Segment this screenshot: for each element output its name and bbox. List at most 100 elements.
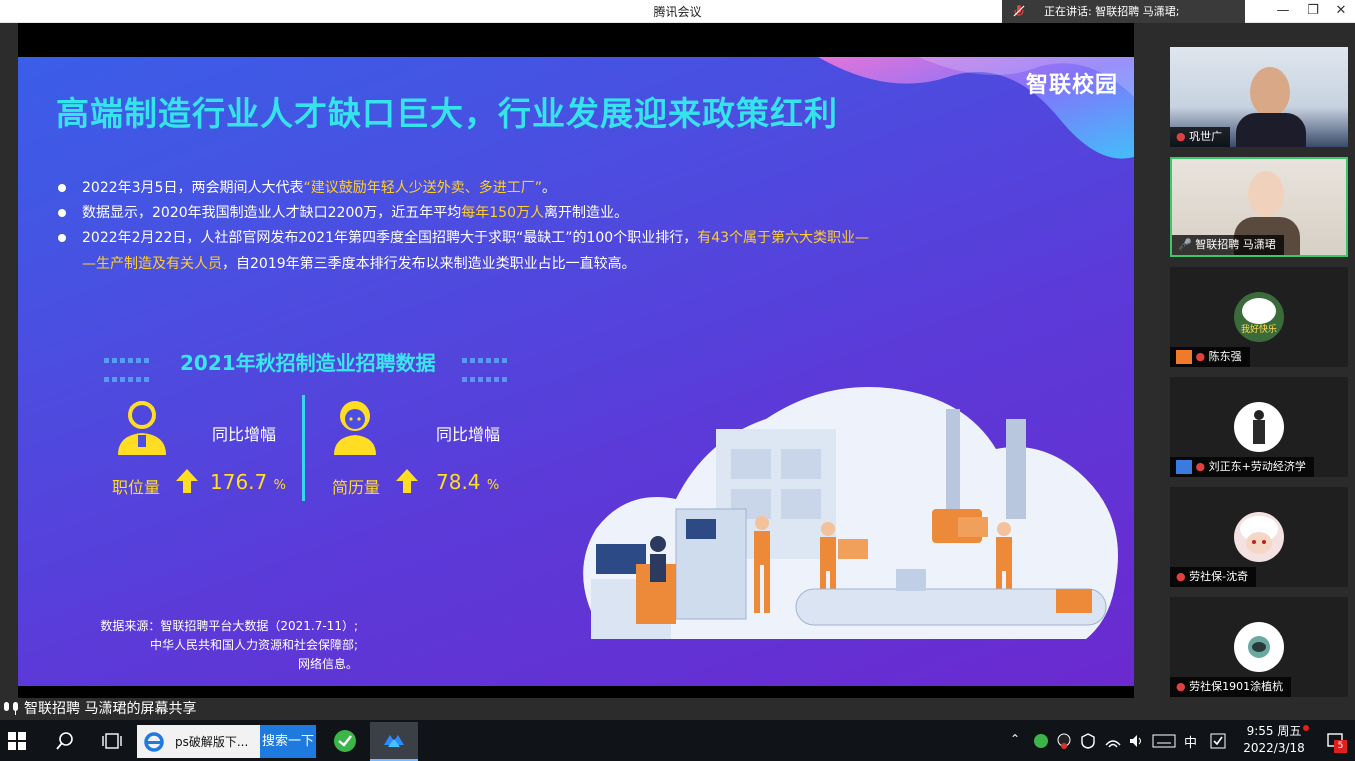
speaker-icon[interactable] <box>1128 733 1144 749</box>
metric-unit: % <box>486 478 500 493</box>
task-label: ps破解版下... <box>175 735 249 749</box>
avatar <box>1234 622 1284 672</box>
participant-tile[interactable]: 我好快乐 ● 陈东强 <box>1170 267 1348 367</box>
metric-value-jobs: 176.7 % <box>210 470 286 494</box>
participant-tile[interactable]: ● 劳社保-沈奇 <box>1170 487 1348 587</box>
job-seeker-icon <box>118 401 166 455</box>
participant-name: ● 巩世广 <box>1170 127 1231 147</box>
wifi-icon[interactable] <box>1105 733 1121 749</box>
metric-divider <box>302 395 305 501</box>
windows-start-icon[interactable] <box>8 732 26 750</box>
participant-name: ● 劳社保-沈奇 <box>1170 567 1257 587</box>
body <box>1236 113 1306 147</box>
bullet-text: ，自2019年第三季度本排行发布以来制造业类职业占比一直较高。 <box>222 256 636 272</box>
metric-number: 78.4 <box>436 470 481 494</box>
metric-value-resumes: 78.4 % <box>436 470 499 494</box>
participant-tile[interactable]: ● 劳社保1901涂植杭 <box>1170 597 1348 697</box>
mic-icon <box>4 702 18 715</box>
bullet-dot <box>58 184 66 192</box>
stage-right-border <box>1134 23 1160 720</box>
arrow-up-icon <box>176 469 198 493</box>
data-source-note: 数据来源：智联招聘平台大数据（2021.7-11）; 中华人民共和国人力资源和社… <box>66 617 358 674</box>
avatar-text: 我好快乐 <box>1240 325 1277 335</box>
bullet-text: 数据显示，2020年我国制造业人才缺口2200万，近五年平均 <box>82 205 462 221</box>
minimize-button[interactable]: — <box>1268 0 1298 23</box>
user-icon <box>1176 460 1192 474</box>
ie-icon <box>144 732 164 752</box>
bullet-highlight: “建议鼓励年轻人少送外卖、多进工厂” <box>303 180 542 196</box>
face <box>1250 67 1290 117</box>
bullet-item-3: 2022年2月22日，人社部官网发布2021年第四季度全国招聘大于求职“最缺工”… <box>58 227 869 247</box>
participant-name: ● 刘正东+劳动经济学 <box>1170 457 1314 477</box>
participant-tile-speaking[interactable]: 🎤 智联招聘 马潇珺 <box>1170 157 1348 257</box>
participant-name: ● 陈东强 <box>1170 347 1250 367</box>
metric-unit: % <box>273 478 286 493</box>
screen-share-bar: 智联招聘 马潇珺的屏幕共享 <box>0 698 1160 720</box>
metric-label-resumes: 简历量 <box>332 478 381 497</box>
wechat-tray-icon[interactable] <box>1033 733 1049 749</box>
participant-tile[interactable]: ● 刘正东+劳动经济学 <box>1170 377 1348 477</box>
face <box>1248 171 1284 217</box>
search-button[interactable]: 搜索一下 <box>260 725 316 758</box>
avatar <box>1234 512 1284 562</box>
participant-name-text: 巩世广 <box>1189 130 1223 143</box>
bullet-text: 。 <box>541 180 556 196</box>
360-browser-icon <box>334 730 356 752</box>
notification-count-badge: 5 <box>1334 740 1347 753</box>
checkbox-tray-icon[interactable] <box>1210 733 1226 749</box>
section-title: 2021年秋招制造业招聘数据 <box>180 351 436 375</box>
close-button[interactable]: ✕ <box>1326 0 1355 23</box>
bullet-dot <box>58 209 66 217</box>
system-clock[interactable]: 9:55 周五 2022/3/18 <box>1238 723 1310 757</box>
participant-tile[interactable]: ● 巩世广 <box>1170 47 1348 147</box>
source-line: 中华人民共和国人力资源和社会保障部; <box>149 638 358 652</box>
share-label: 智联招聘 马潇珺的屏幕共享 <box>24 701 197 717</box>
qq-tray-icon[interactable] <box>1056 733 1072 749</box>
yoy-label-jobs: 同比增幅 <box>212 425 277 444</box>
maximize-button[interactable]: ❐ <box>1298 0 1328 23</box>
stage-letterbox-top <box>18 23 1134 57</box>
bullet-text: 离开制造业。 <box>544 205 628 221</box>
dot-decoration-right <box>462 351 510 382</box>
presentation-slide: 智联校园 高端制造行业人才缺口巨大，行业发展迎来政策红利 2022年3月5日，两… <box>18 57 1134 686</box>
participant-name-text: 陈东强 <box>1208 350 1242 363</box>
bullet-dot <box>58 234 66 242</box>
tencent-meeting-task[interactable] <box>370 722 418 761</box>
stage-left-border <box>0 23 18 698</box>
bullet-item-1: 2022年3月5日，两会期间人大代表“建议鼓励年轻人少送外卖、多进工厂”。 <box>58 177 556 197</box>
task-view-icon[interactable] <box>102 732 122 750</box>
360-browser-task[interactable] <box>330 727 360 755</box>
ie-browser-task[interactable]: ps破解版下... <box>137 725 260 758</box>
slide-title: 高端制造行业人才缺口巨大，行业发展迎来政策红利 <box>56 94 838 133</box>
search-icon[interactable] <box>55 731 75 751</box>
yoy-label-resumes: 同比增幅 <box>436 425 501 444</box>
tencent-meeting-icon <box>384 735 404 747</box>
dot-decoration-left <box>104 351 152 382</box>
metric-number: 176.7 <box>210 470 268 494</box>
bullet-text: 2022年2月22日，人社部官网发布2021年第四季度全国招聘大于求职“最缺工”… <box>82 230 698 246</box>
participant-name-text: 刘正东+劳动经济学 <box>1208 460 1306 473</box>
brand-logo: 智联校园 <box>1026 73 1119 98</box>
bullet-highlight: —生产制造及有关人员 <box>82 256 222 272</box>
resume-person-icon <box>334 401 376 455</box>
bullet-highlight: 有43个属于第六大类职业— <box>697 230 870 246</box>
clock-date: 2022/3/18 <box>1243 741 1305 755</box>
arrow-up-icon <box>396 469 418 493</box>
speaking-text: 正在讲话: 智联招聘 马潇珺; <box>1044 5 1180 18</box>
participant-name: ● 劳社保1901涂植杭 <box>1170 677 1292 697</box>
notification-dot <box>1303 725 1309 731</box>
muted-mic-icon <box>1013 5 1025 17</box>
participant-name-text: 劳社保1901涂植杭 <box>1189 680 1284 693</box>
avatar: 我好快乐 <box>1234 292 1284 342</box>
participant-name-text: 智联招聘 马潇珺 <box>1195 238 1276 251</box>
ime-indicator[interactable]: 中 <box>1184 732 1197 751</box>
keyboard-icon[interactable] <box>1152 734 1176 748</box>
bullet-item-2: 数据显示，2020年我国制造业人才缺口2200万，近五年平均每年150万人离开制… <box>58 202 628 222</box>
stage-letterbox-bottom <box>18 686 1134 698</box>
clock-time: 9:55 周五 <box>1246 724 1302 738</box>
security-tray-icon[interactable] <box>1080 733 1096 749</box>
source-line: 数据来源：智联招聘平台大数据（2021.7-11）; <box>100 619 358 633</box>
participant-name-text: 劳社保-沈奇 <box>1189 570 1249 583</box>
bullet-highlight: 每年150万人 <box>461 205 544 221</box>
tray-expand-icon[interactable]: ⌃ <box>1010 732 1020 746</box>
